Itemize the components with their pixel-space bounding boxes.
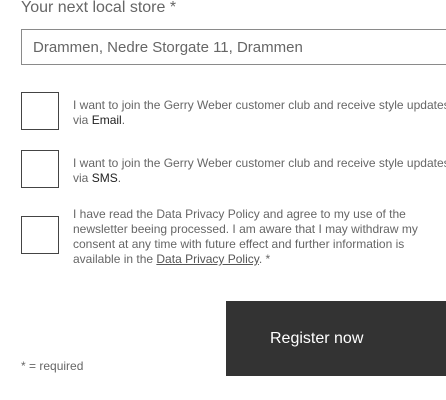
data-privacy-policy-link[interactable]: Data Privacy Policy <box>156 252 258 266</box>
sms-consent-via: via <box>73 171 92 185</box>
privacy-consent-text: I have read the Data Privacy Policy and … <box>73 207 418 267</box>
email-consent-via: via <box>73 113 92 127</box>
privacy-consent-checkbox[interactable] <box>21 216 59 254</box>
sms-consent-period: . <box>117 171 122 185</box>
email-consent-line-2: via Email. <box>73 113 446 128</box>
sms-channel-label: SMS <box>91 171 118 185</box>
sms-consent-line-2: via SMS. <box>73 171 446 186</box>
sms-consent-line-1: I want to join the Gerry Weber customer … <box>73 156 446 170</box>
store-input[interactable] <box>21 29 446 65</box>
email-consent-line-1: I want to join the Gerry Weber customer … <box>73 98 446 112</box>
privacy-consent-suffix: . * <box>258 252 271 266</box>
sms-consent-checkbox[interactable] <box>21 150 59 188</box>
email-consent-text: I want to join the Gerry Weber customer … <box>73 98 446 128</box>
store-label: Your next local store * <box>21 0 177 16</box>
sms-consent-text: I want to join the Gerry Weber customer … <box>73 156 446 186</box>
required-note: * = required <box>21 359 84 373</box>
privacy-consent-line-1: I have read the Data Privacy Policy and … <box>73 207 406 221</box>
privacy-consent-line-3: consent at any time with future effect a… <box>73 237 405 251</box>
email-channel-label: Email <box>91 113 122 127</box>
privacy-consent-prefix: available in the <box>73 252 157 266</box>
register-now-button[interactable]: Register now <box>226 301 446 376</box>
privacy-consent-line-4: available in the Data Privacy Policy. * <box>73 252 418 267</box>
email-consent-checkbox[interactable] <box>21 92 59 130</box>
privacy-consent-line-2: newsletter beeing processed. I am aware … <box>73 222 418 236</box>
email-consent-period: . <box>121 113 126 127</box>
